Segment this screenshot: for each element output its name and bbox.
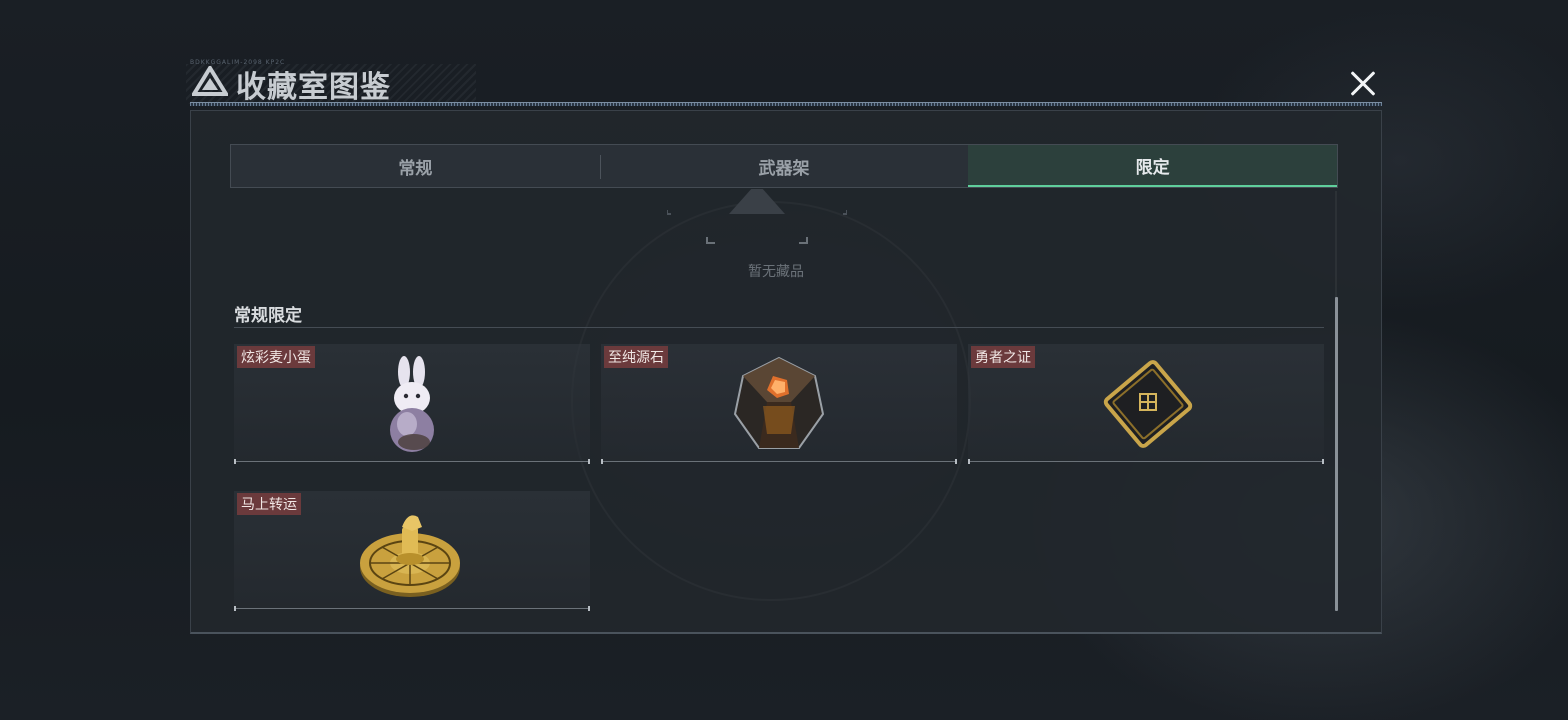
card-label: 勇者之证 bbox=[971, 346, 1035, 368]
collection-panel: 常规 武器架 限定 暂无藏品 常规限定 炫彩麦小蛋 至纯源石 勇者之证 马上转运 bbox=[190, 110, 1382, 634]
card-label: 至纯源石 bbox=[604, 346, 668, 368]
section-title: 常规限定 bbox=[234, 306, 302, 326]
golden-horse-wheel-icon bbox=[360, 515, 460, 597]
collection-card[interactable]: 炫彩麦小蛋 bbox=[234, 344, 590, 464]
collection-card[interactable]: 至纯源石 bbox=[601, 344, 957, 464]
collection-card[interactable]: 马上转运 bbox=[234, 491, 590, 611]
title-divider bbox=[190, 102, 1382, 106]
title-bar: BDKKGGALIM-2098 KP2C 收藏室图鉴 bbox=[186, 58, 1382, 110]
card-label: 马上转运 bbox=[237, 493, 301, 515]
empty-state-text: 暂无藏品 bbox=[748, 264, 804, 280]
rabbit-egg-figurine-icon bbox=[390, 356, 434, 452]
collection-card[interactable]: 勇者之证 bbox=[968, 344, 1324, 464]
empty-collection-icon bbox=[667, 189, 847, 244]
originium-crystal-icon bbox=[733, 356, 825, 449]
close-button[interactable] bbox=[1346, 66, 1380, 100]
tab-regular[interactable]: 常规 bbox=[231, 145, 600, 187]
logo-icon bbox=[192, 66, 228, 96]
tab-weapon-rack[interactable]: 武器架 bbox=[599, 145, 969, 187]
golden-card-icon bbox=[1103, 360, 1193, 448]
scrollbar-thumb[interactable] bbox=[1335, 297, 1338, 611]
section-divider bbox=[234, 327, 1324, 328]
tab-bar: 常规 武器架 限定 bbox=[230, 144, 1338, 188]
tab-limited[interactable]: 限定 bbox=[968, 145, 1338, 187]
page-title: 收藏室图鉴 bbox=[236, 70, 391, 105]
card-label: 炫彩麦小蛋 bbox=[237, 346, 315, 368]
